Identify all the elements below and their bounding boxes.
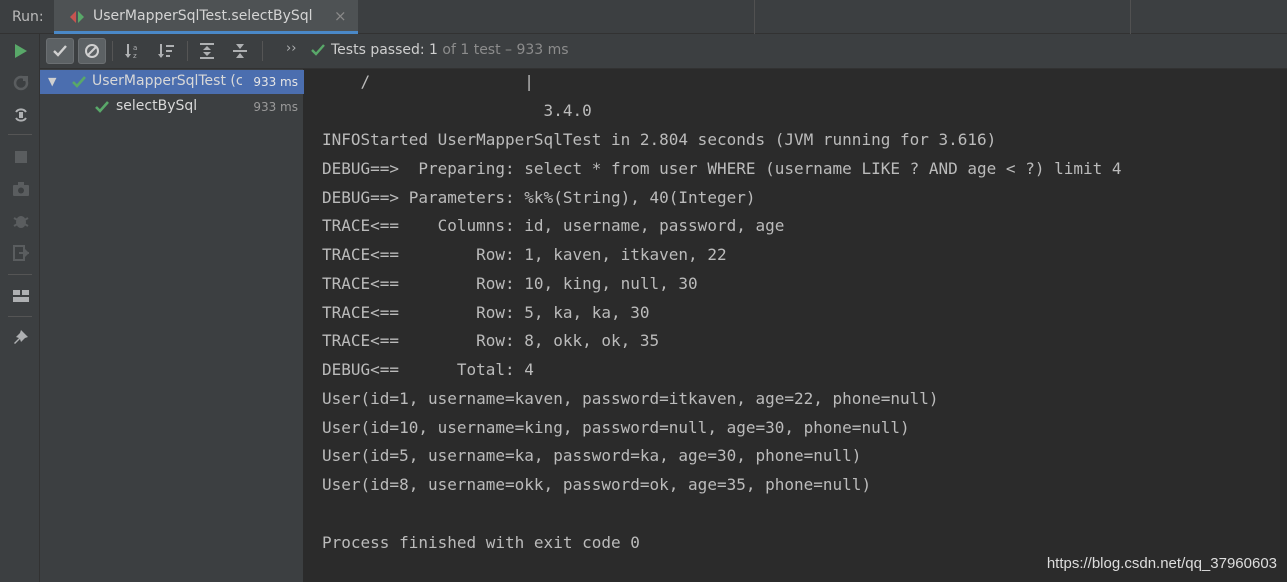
check-icon [95,101,109,113]
tree-item-label: selectBySql [116,98,198,114]
console-line: DEBUG==> Parameters: %k%(String), 40(Int… [322,188,756,207]
test-toolbar: az ›› Tests passed: 1 of 1 test – 933 ms [40,34,1287,69]
tree-item-time: 933 ms [253,100,298,114]
collapse-all-icon[interactable] [226,38,254,64]
console-output[interactable]: / | 3.4.0 INFOStarted UserMapperSqlTest … [304,69,1287,582]
run-tab-title: UserMapperSqlTest.selectBySql [93,8,313,24]
more-chevron-icon[interactable]: ›› [286,41,296,56]
debug-icon[interactable] [10,210,32,232]
test-config-icon [70,11,84,23]
tree-item-label: UserMapperSqlTest (c [92,73,242,89]
run-tool-window: Run: UserMapperSqlTest.selectBySql × a z… [0,0,1287,582]
close-icon[interactable]: × [334,7,347,25]
toolbar-separator [8,134,32,135]
toolbar-separator [262,41,263,61]
check-icon [311,44,325,56]
expand-arrow-icon[interactable]: ▼ [48,75,56,88]
test-status-main: Tests passed: 1 [331,42,438,58]
camera-icon[interactable] [10,178,32,200]
tab-divider [754,0,755,34]
rerun-failed-icon[interactable] [10,72,32,94]
expand-all-icon[interactable] [193,38,221,64]
toggle-auto-test-icon[interactable] [10,104,32,126]
tree-row-root[interactable]: ▼ UserMapperSqlTest (c 933 ms [40,70,304,94]
check-icon [72,76,86,88]
console-line: DEBUG<== Total: 4 [322,360,534,379]
toolbar-separator [8,274,32,275]
toolbar-separator [8,316,32,317]
watermark: https://blog.csdn.net/qq_37960603 [1046,555,1277,572]
console-line: / | [322,72,534,91]
layout-icon[interactable] [10,285,32,307]
console-line: Process finished with exit code 0 [322,533,640,552]
console-line: TRACE<== Row: 1, kaven, itkaven, 22 [322,245,727,264]
console-line: User(id=1, username=kaven, password=itka… [322,389,939,408]
svg-text:a: a [133,44,137,52]
sort-duration-icon[interactable] [152,38,180,64]
run-tab[interactable]: UserMapperSqlTest.selectBySql × [54,0,358,34]
console-line: User(id=10, username=king, password=null… [322,418,910,437]
stop-icon[interactable] [10,146,32,168]
run-tab-bar: Run: UserMapperSqlTest.selectBySql × [0,0,1287,34]
vertical-toolbar [0,34,40,582]
svg-text:z: z [133,52,137,60]
console-line: DEBUG==> Preparing: select * from user W… [322,159,1122,178]
console-line: TRACE<== Row: 5, ka, ka, 30 [322,303,650,322]
tree-row-child[interactable]: selectBySql 933 ms [40,95,304,119]
rerun-icon[interactable] [10,40,32,62]
console-line: User(id=8, username=okk, password=ok, ag… [322,475,872,494]
sort-alpha-icon[interactable]: az [119,38,147,64]
show-passed-icon[interactable] [46,38,74,64]
console-line: 3.4.0 [322,101,592,120]
test-status-sub: of 1 test – 933 ms [437,42,569,58]
console-line: User(id=5, username=ka, password=ka, age… [322,446,862,465]
pin-icon[interactable] [10,327,32,349]
test-status: Tests passed: 1 of 1 test – 933 ms [331,42,569,58]
tab-divider [1130,0,1131,34]
tree-item-time: 933 ms [250,75,298,89]
console-line: TRACE<== Row: 8, okk, ok, 35 [322,331,660,350]
console-line: TRACE<== Columns: id, username, password… [322,216,785,235]
console-line: TRACE<== Row: 10, king, null, 30 [322,274,698,293]
toolbar-separator [187,41,188,61]
run-label: Run: [12,9,44,25]
test-tree: ▼ UserMapperSqlTest (c 933 ms selectBySq… [40,69,304,582]
console-line: INFOStarted UserMapperSqlTest in 2.804 s… [322,130,997,149]
toolbar-separator [112,41,113,61]
exit-icon[interactable] [10,242,32,264]
show-ignored-icon[interactable] [78,38,106,64]
